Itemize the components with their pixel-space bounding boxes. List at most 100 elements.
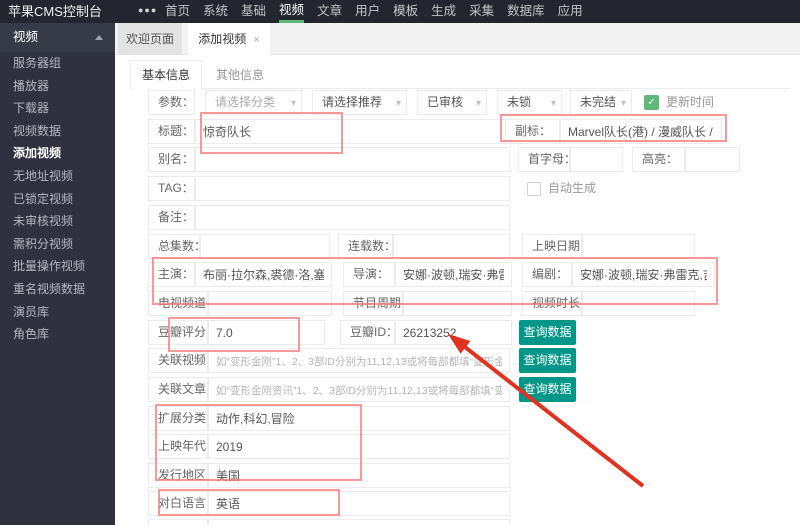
- field-label-program-cycle: 节目周期：: [343, 291, 403, 316]
- field-label-release-date: 上映日期：: [522, 234, 582, 259]
- nav-system[interactable]: 系统: [203, 0, 228, 23]
- sidebar-item-actor-library[interactable]: 演员库: [0, 301, 115, 324]
- chevron-down-icon: ▾: [621, 92, 626, 115]
- audit-select[interactable]: 已审核 ▾: [417, 90, 487, 115]
- douban-id-input[interactable]: [395, 320, 512, 345]
- field-label-alias: 别名：: [148, 147, 195, 172]
- sidebar-item-add-video[interactable]: 添加视频: [0, 142, 115, 165]
- total-episodes-input[interactable]: [200, 234, 330, 259]
- release-region-input[interactable]: [208, 463, 510, 488]
- close-icon[interactable]: ×: [253, 34, 259, 46]
- chevron-down-icon: ▾: [476, 92, 481, 115]
- director-input[interactable]: [395, 262, 512, 287]
- sidebar-item-points-video[interactable]: 需积分视频: [0, 233, 115, 256]
- sidebar-item-role-library[interactable]: 角色库: [0, 323, 115, 346]
- check-icon: ✓: [647, 97, 655, 108]
- nav-article[interactable]: 文章: [317, 0, 342, 23]
- sidebar-item-no-address-video[interactable]: 无地址视频: [0, 165, 115, 188]
- tab-other-info[interactable]: 其他信息: [216, 60, 264, 90]
- chevron-down-icon: ▾: [396, 92, 401, 115]
- lock-select-value: 未锁: [507, 95, 531, 109]
- program-cycle-input[interactable]: [403, 291, 512, 316]
- finish-select-value: 未完结: [580, 95, 616, 109]
- field-label-related-video: 关联视频：: [148, 348, 208, 373]
- field-label-highlight: 高亮：: [632, 147, 685, 172]
- chevron-down-icon: ▾: [551, 92, 556, 115]
- nav-template[interactable]: 模板: [393, 0, 418, 23]
- sidebar: 视频 服务器组 播放器 下载器 视频数据 添加视频 无地址视频 已锁定视频 未审…: [0, 23, 115, 525]
- sidebar-item-locked-video[interactable]: 已锁定视频: [0, 188, 115, 211]
- chevron-down-icon: ▾: [291, 92, 296, 115]
- tag-input[interactable]: [195, 176, 510, 201]
- update-time-checkbox-label[interactable]: 更新时间: [666, 90, 714, 115]
- related-video-input[interactable]: [208, 348, 510, 373]
- sidebar-item-video-data[interactable]: 视频数据: [0, 120, 115, 143]
- field-label-params: 参数：: [148, 90, 195, 115]
- remark-input[interactable]: [195, 205, 510, 230]
- field-label-douban-id: 豆瓣ID：: [340, 320, 395, 345]
- finish-select[interactable]: 未完结 ▾: [570, 90, 632, 115]
- sidebar-item-batch-operate-video[interactable]: 批量操作视频: [0, 255, 115, 278]
- highlight-input[interactable]: [685, 147, 740, 172]
- dialogue-language-input[interactable]: [208, 491, 510, 516]
- query-article-button[interactable]: 查询数据: [519, 377, 576, 402]
- collapse-arrow-icon: [95, 35, 103, 40]
- sidebar-group-video[interactable]: 视频: [0, 23, 115, 52]
- nav-home[interactable]: 首页: [165, 0, 190, 23]
- tab-add-video-label: 添加视频: [198, 32, 246, 46]
- douban-score-input[interactable]: [208, 320, 325, 345]
- app-window: 苹果CMS控制台 ●●● 首页 系统 基础 视频 文章 用户 模板 生成 采集 …: [0, 0, 800, 525]
- nav-generate[interactable]: 生成: [431, 0, 456, 23]
- nav-video[interactable]: 视频: [279, 0, 304, 23]
- category-select[interactable]: 请选择分类 ▾: [205, 90, 302, 115]
- nav-basic[interactable]: 基础: [241, 0, 266, 23]
- serial-count-input[interactable]: [393, 234, 510, 259]
- auto-generate-checkbox-label[interactable]: 自动生成: [548, 176, 596, 201]
- sidebar-item-server-group[interactable]: 服务器组: [0, 52, 115, 75]
- field-label-tv-channel: 电视频道：: [148, 291, 208, 316]
- tab-welcome[interactable]: 欢迎页面: [118, 23, 182, 55]
- nav-app[interactable]: 应用: [558, 0, 583, 23]
- tv-channel-input[interactable]: [208, 291, 332, 316]
- sidebar-item-player[interactable]: 播放器: [0, 75, 115, 98]
- more-menu-icon[interactable]: ●●●: [138, 0, 157, 23]
- field-label-extended-category: 扩展分类：: [148, 406, 208, 431]
- query-douban-button[interactable]: 查询数据: [519, 320, 576, 345]
- update-time-checkbox[interactable]: ✓: [644, 95, 659, 110]
- field-label-initial: 首字母：: [518, 147, 570, 172]
- field-label-subtitle: 副标：: [505, 119, 560, 144]
- tab-basic-info[interactable]: 基本信息: [130, 60, 202, 90]
- query-video-button[interactable]: 查询数据: [519, 348, 576, 373]
- field-label-total-episodes: 总集数：: [148, 234, 200, 259]
- related-article-input[interactable]: [208, 377, 510, 402]
- duration-input[interactable]: [582, 291, 695, 316]
- sidebar-item-downloader[interactable]: 下载器: [0, 97, 115, 120]
- field-label-tag: TAG：: [148, 176, 195, 201]
- sidebar-item-unaudited-video[interactable]: 未审核视频: [0, 210, 115, 233]
- screenwriter-input[interactable]: [572, 262, 715, 287]
- category-select-value: 请选择分类: [215, 95, 275, 109]
- auto-generate-checkbox[interactable]: [527, 182, 541, 196]
- nav-database[interactable]: 数据库: [507, 0, 545, 23]
- extended-category-input[interactable]: [208, 406, 510, 431]
- field-label-related-article: 关联文章：: [148, 377, 208, 402]
- alias-input[interactable]: [195, 147, 510, 172]
- recommend-select-value: 请选择推荐: [322, 95, 382, 109]
- tabbar: 欢迎页面 添加视频 ×: [115, 23, 800, 55]
- subtitle-input[interactable]: [560, 119, 722, 144]
- sidebar-group-label: 视频: [13, 30, 38, 44]
- nav-collect[interactable]: 采集: [469, 0, 494, 23]
- release-date-input[interactable]: [582, 234, 695, 259]
- recommend-select[interactable]: 请选择推荐 ▾: [312, 90, 407, 115]
- starring-input[interactable]: [195, 262, 332, 287]
- sidebar-item-duplicate-video-data[interactable]: 重名视频数据: [0, 278, 115, 301]
- field-label-title: 标题：: [148, 119, 195, 144]
- field-label-release-year: 上映年代：: [148, 434, 208, 459]
- release-year-input[interactable]: [208, 434, 510, 459]
- initial-input[interactable]: [570, 147, 623, 172]
- title-input[interactable]: [195, 119, 510, 144]
- tab-add-video[interactable]: 添加视频 ×: [188, 23, 270, 55]
- field-label-duration: 视频时长：: [522, 291, 582, 316]
- nav-user[interactable]: 用户: [355, 0, 380, 23]
- lock-select[interactable]: 未锁 ▾: [497, 90, 562, 115]
